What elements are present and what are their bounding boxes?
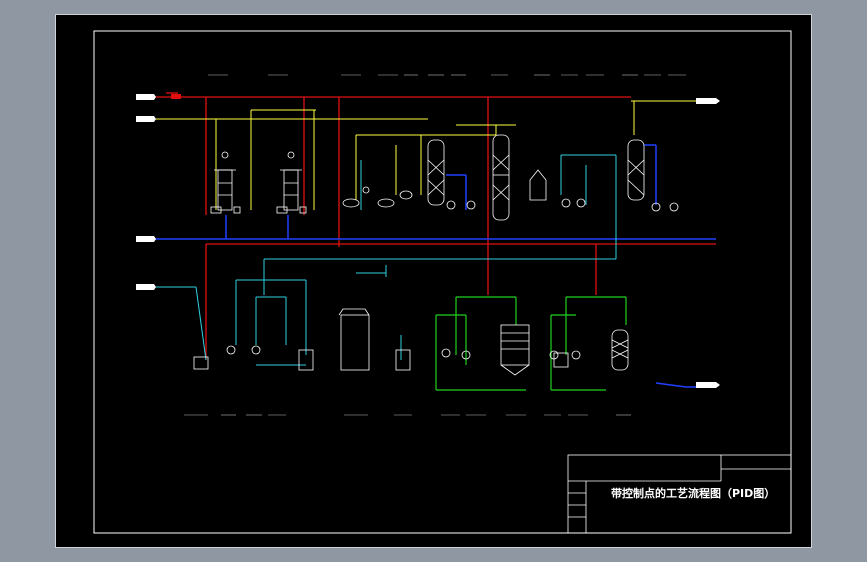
pid-drawing: 带控制点的工艺流程图（PID图） xyxy=(93,30,792,534)
drawing-border xyxy=(93,30,792,534)
outlet-arrows xyxy=(696,98,720,388)
reboiler xyxy=(529,169,586,208)
evaporator-2 xyxy=(276,151,307,214)
inlet-arrows xyxy=(136,94,156,290)
drawing-title: 带控制点的工艺流程图（PID图） xyxy=(611,486,775,500)
condenser xyxy=(627,139,679,212)
dryer xyxy=(611,329,629,371)
steam-valve xyxy=(171,94,181,99)
process-lines xyxy=(138,154,617,366)
evaporator-1 xyxy=(210,151,241,214)
crystallizer xyxy=(500,324,530,376)
centrifuge xyxy=(549,350,581,368)
steam-header xyxy=(138,92,716,360)
product-lines xyxy=(435,296,627,391)
rectifying-column xyxy=(492,134,510,221)
cad-viewport[interactable]: 带控制点的工艺流程图（PID图） xyxy=(55,14,812,548)
filter-group xyxy=(342,186,413,208)
lower-tanks xyxy=(193,308,471,371)
